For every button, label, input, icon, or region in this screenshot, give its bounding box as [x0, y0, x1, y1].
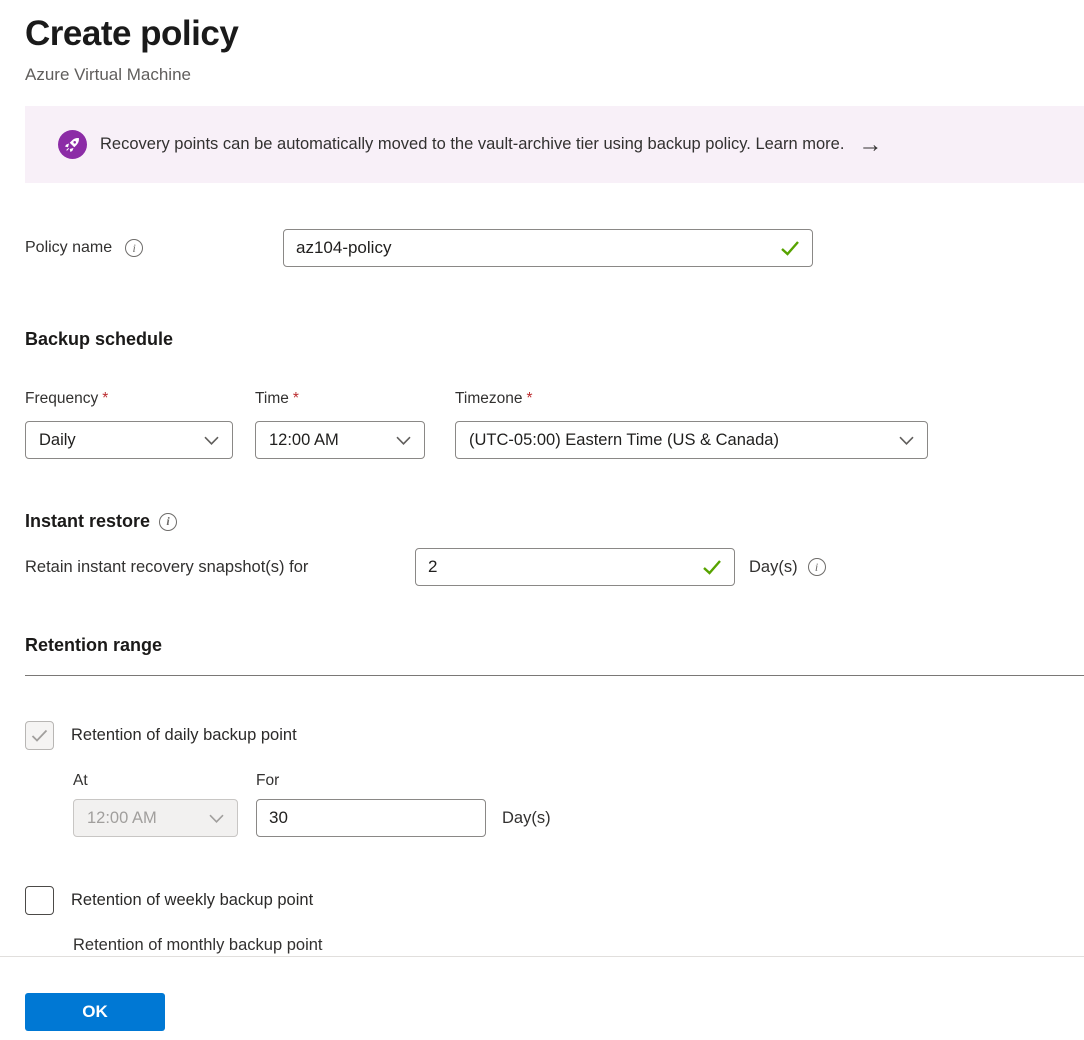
- chevron-down-icon: [396, 431, 411, 450]
- timezone-dropdown[interactable]: (UTC-05:00) Eastern Time (US & Canada): [455, 421, 928, 459]
- daily-at-time-dropdown: 12:00 AM: [73, 799, 238, 837]
- policy-name-info-icon[interactable]: i: [125, 239, 143, 257]
- chevron-down-icon: [209, 809, 224, 828]
- days-info-icon[interactable]: i: [808, 558, 826, 576]
- daily-retention-checkbox: [25, 721, 54, 750]
- command-footer: OK: [0, 956, 1084, 1040]
- required-marker: *: [102, 390, 108, 407]
- time-label: Time*: [255, 390, 425, 408]
- clipped-next-row: Retention of monthly backup point: [73, 936, 1084, 955]
- for-label: For: [256, 772, 279, 790]
- instant-restore-info-icon[interactable]: i: [159, 513, 177, 531]
- policy-name-label: Policy name: [25, 239, 112, 257]
- archive-tier-banner: Recovery points can be automatically mov…: [25, 106, 1084, 183]
- time-dropdown[interactable]: 12:00 AM: [255, 421, 425, 459]
- daily-for-days-input[interactable]: [269, 808, 473, 828]
- frequency-label: Frequency*: [25, 390, 233, 408]
- instant-restore-heading: Instant restore i: [25, 511, 1084, 532]
- create-policy-pane: Create policy Azure Virtual Machine Reco…: [0, 0, 1084, 1040]
- chevron-down-icon: [899, 431, 914, 450]
- at-label: At: [73, 772, 256, 790]
- daily-atfor-labels: At For: [73, 772, 1084, 790]
- retain-days-field-wrap: [415, 548, 735, 586]
- retain-snapshots-label: Retain instant recovery snapshot(s) for: [25, 558, 415, 577]
- time-value: 12:00 AM: [269, 431, 339, 450]
- timezone-label: Timezone*: [455, 390, 928, 408]
- chevron-down-icon: [204, 431, 219, 450]
- daily-retention-row: Retention of daily backup point: [25, 721, 1084, 750]
- instant-restore-row: Retain instant recovery snapshot(s) for …: [25, 548, 1084, 586]
- timezone-value: (UTC-05:00) Eastern Time (US & Canada): [469, 431, 779, 450]
- days-unit-label: Day(s): [749, 558, 798, 577]
- daily-for-field-wrap: [256, 799, 486, 837]
- rocket-icon: [58, 130, 87, 159]
- policy-name-field-wrap: [283, 229, 813, 267]
- valid-check-icon: [702, 559, 722, 580]
- daily-atfor-controls: 12:00 AM Day(s): [73, 799, 1084, 837]
- weekly-retention-label: Retention of weekly backup point: [71, 891, 313, 910]
- policy-name-row: Policy name i: [25, 229, 1084, 267]
- weekly-retention-checkbox[interactable]: [25, 886, 54, 915]
- section-divider: [25, 675, 1084, 676]
- weekly-retention-row: Retention of weekly backup point: [25, 886, 1084, 915]
- banner-arrow-icon[interactable]: →: [858, 133, 882, 157]
- learn-more-link[interactable]: Learn more.: [755, 135, 844, 153]
- daily-retention-label: Retention of daily backup point: [71, 726, 297, 745]
- backup-schedule-fields: Frequency* Daily Time* 12:00 AM Ti: [25, 390, 1084, 459]
- daily-at-time-value: 12:00 AM: [87, 809, 157, 828]
- backup-schedule-heading: Backup schedule: [25, 329, 1084, 350]
- page-title: Create policy: [25, 12, 1084, 56]
- ok-button[interactable]: OK: [25, 993, 165, 1031]
- frequency-value: Daily: [39, 431, 76, 450]
- retention-range-heading: Retention range: [25, 635, 1084, 656]
- required-marker: *: [526, 390, 532, 407]
- banner-message: Recovery points can be automatically mov…: [100, 135, 844, 154]
- retain-days-input[interactable]: [428, 557, 722, 577]
- frequency-dropdown[interactable]: Daily: [25, 421, 233, 459]
- policy-name-input[interactable]: [296, 238, 800, 258]
- days-unit-label: Day(s): [502, 809, 551, 828]
- required-marker: *: [293, 390, 299, 407]
- valid-check-icon: [780, 240, 800, 261]
- page-subtitle: Azure Virtual Machine: [25, 64, 1084, 86]
